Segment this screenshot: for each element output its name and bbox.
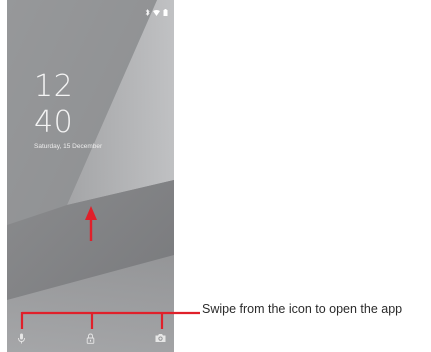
lock-icon[interactable]	[86, 333, 95, 344]
lock-screen[interactable]: 12 40 Saturday, 15 December	[7, 0, 174, 352]
clock-hours: 12	[34, 69, 74, 104]
annotated-screenshot: 12 40 Saturday, 15 December Swipe from t…	[0, 0, 431, 352]
status-bar	[145, 9, 168, 16]
battery-icon	[163, 9, 168, 16]
wallpaper	[7, 0, 174, 352]
wifi-icon	[153, 9, 160, 16]
microphone-icon[interactable]	[17, 333, 26, 344]
clock-minutes: 40	[34, 105, 74, 140]
camera-icon[interactable]	[155, 333, 166, 343]
lockscreen-date: Saturday, 15 December	[34, 143, 103, 150]
callout-text: Swipe from the icon to open the app	[202, 302, 403, 316]
bluetooth-icon	[145, 9, 150, 16]
